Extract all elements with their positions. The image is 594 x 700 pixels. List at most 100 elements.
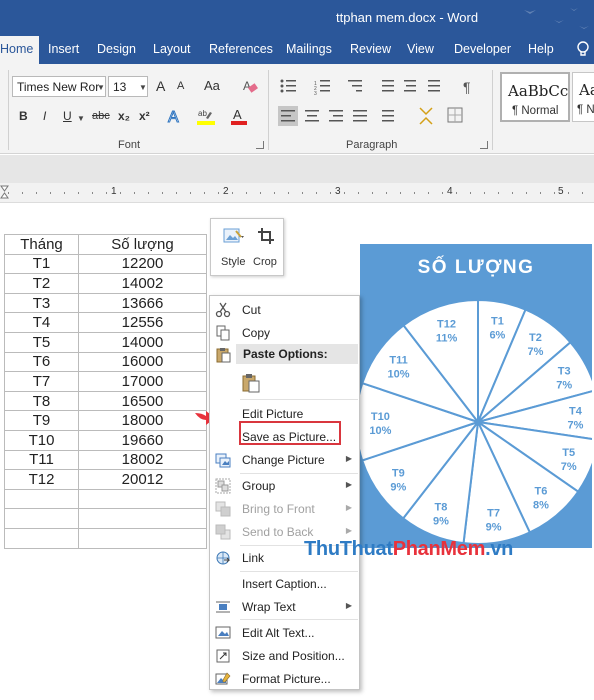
menu-item-size-and-position[interactable]: Size and Position... (210, 645, 360, 667)
pie-label-category: T2 (529, 332, 542, 344)
table-cell-month[interactable]: T7 (4, 371, 79, 392)
table-cell-month[interactable] (4, 488, 79, 510)
table-cell-month[interactable]: T1 (4, 253, 79, 275)
table-cell-quantity[interactable]: 17000 (78, 371, 207, 392)
table-cell-quantity[interactable]: 16000 (78, 351, 207, 373)
menu-item-change-picture[interactable]: Change Picture ▶ (210, 449, 360, 471)
tab-review[interactable]: Review (350, 42, 391, 56)
table-cell-month[interactable]: T6 (4, 351, 79, 373)
crop-button-label[interactable]: Crop (253, 256, 277, 268)
font-dialog-launcher[interactable] (256, 141, 264, 149)
highlight-color-icon[interactable]: ab (196, 107, 216, 125)
table-cell-month[interactable]: T3 (4, 292, 79, 314)
subscript-button[interactable]: x₂ (118, 109, 130, 123)
svg-text:ab: ab (198, 109, 207, 118)
tab-help[interactable]: Help (528, 42, 554, 56)
table-cell-quantity[interactable]: 18002 (78, 449, 207, 471)
font-size-chevron-icon[interactable]: ▼ (139, 83, 147, 92)
paragraph-dialog-launcher[interactable] (480, 141, 488, 149)
ruler-number: 5 (558, 186, 564, 197)
bold-button[interactable]: B (19, 109, 28, 123)
underline-button[interactable]: U (63, 109, 72, 123)
indent-marker-icon[interactable] (0, 185, 10, 203)
menu-item-cut[interactable]: Cut (210, 299, 360, 321)
font-name-chevron-icon[interactable]: ▼ (97, 83, 105, 92)
table-cell-month[interactable]: T8 (4, 390, 79, 412)
table-row: T1 12200 (4, 253, 207, 275)
menu-item-group[interactable]: Group ▶ (210, 475, 360, 497)
menu-item-format-picture[interactable]: Format Picture... (210, 668, 360, 690)
ruler-tick (344, 192, 345, 194)
table-cell-month[interactable]: T4 (4, 312, 79, 333)
table-cell-quantity[interactable] (78, 488, 207, 510)
text-effects-icon[interactable]: A (166, 107, 184, 126)
document-page[interactable]: Tháng Số lượng T1 12200 T2 14002 T3 13666 T4 12… (0, 204, 594, 700)
tab-references[interactable]: References (209, 42, 273, 56)
table-header-cell[interactable]: Tháng (4, 234, 79, 255)
table-cell-quantity[interactable] (78, 527, 207, 549)
menu-item-edit-alt-text[interactable]: Edit Alt Text... (210, 622, 360, 644)
picture-style-icon[interactable] (223, 227, 245, 247)
table-cell-quantity[interactable]: 19660 (78, 429, 207, 451)
tab-mailings[interactable]: Mailings (286, 42, 332, 56)
menu-item-label: Send to Back (242, 525, 314, 539)
table-row: T11 18002 (4, 449, 207, 471)
style-no-spacing[interactable]: AaI ¶ N (572, 72, 594, 122)
tab-view[interactable]: View (407, 42, 434, 56)
ruler-tick (8, 192, 9, 194)
table-cell-month[interactable]: T9 (4, 410, 79, 431)
menu-item-copy[interactable]: Copy (210, 322, 360, 344)
strikethrough-button[interactable]: abc (92, 110, 110, 122)
table-cell-quantity[interactable]: 20012 (78, 469, 207, 490)
table-cell-month[interactable] (4, 527, 79, 549)
font-color-icon[interactable]: A (230, 107, 248, 125)
horizontal-ruler[interactable]: 1 2 3 4 5 (0, 183, 594, 203)
table-cell-month[interactable] (4, 508, 79, 529)
table-cell-quantity[interactable]: 18000 (78, 410, 207, 431)
table-cell-quantity[interactable]: 12556 (78, 312, 207, 333)
menu-item-bring-to-front[interactable]: Bring to Front ▶ (210, 498, 360, 520)
font-group-label: Font (118, 139, 141, 151)
lightbulb-icon[interactable] (576, 40, 590, 60)
tab-home[interactable]: Home (0, 36, 40, 64)
shrink-font-button[interactable]: A (177, 80, 184, 92)
superscript-button[interactable]: x² (139, 109, 150, 123)
italic-button[interactable]: I (43, 109, 46, 123)
table-cell-month[interactable]: T2 (4, 273, 79, 294)
style-normal[interactable]: AaBbCc ¶ Normal (500, 72, 570, 122)
menu-separator (240, 473, 358, 474)
underline-chevron-icon[interactable]: ▼ (77, 114, 85, 123)
table-cell-quantity[interactable]: 12200 (78, 253, 207, 275)
table-cell-quantity[interactable]: 14000 (78, 331, 207, 353)
font-name-box[interactable]: Times New Ror (12, 76, 106, 97)
size-position-icon (216, 649, 230, 663)
menu-item-insert-caption[interactable]: Insert Caption... (210, 573, 360, 595)
table-header-cell[interactable]: Số lượng (78, 234, 207, 255)
crop-icon[interactable] (257, 227, 275, 245)
paste-picture-icon[interactable] (242, 373, 260, 393)
table-cell-month[interactable]: T5 (4, 331, 79, 353)
table-cell-month[interactable]: T10 (4, 429, 79, 451)
table-cell-quantity[interactable]: 13666 (78, 292, 207, 314)
ruler-tick (78, 192, 79, 194)
pie-chart-picture[interactable]: T1 6% T2 7% T3 7% T4 7% T5 7% T6 8% T7 9% T8 9% T9 9% T10 1… (355, 244, 594, 548)
tab-developer[interactable]: Developer (454, 42, 511, 56)
menu-separator (240, 619, 358, 620)
table-row (4, 527, 207, 549)
menu-item-wrap-text[interactable]: Wrap Text ▶ (210, 596, 360, 618)
change-case-button[interactable]: Aa (204, 78, 220, 93)
style-button-label[interactable]: Style (221, 256, 245, 268)
tab-insert[interactable]: Insert (48, 42, 79, 56)
clear-formatting-icon[interactable]: A (242, 78, 258, 94)
table-cell-month[interactable]: T12 (4, 469, 79, 490)
ruler-tick (372, 192, 373, 194)
data-table[interactable]: Tháng Số lượng T1 12200 T2 14002 T3 13666 T4 12… (4, 234, 207, 549)
table-cell-quantity[interactable]: 14002 (78, 273, 207, 294)
grow-font-button[interactable]: A (156, 78, 165, 94)
tab-layout[interactable]: Layout (153, 42, 191, 56)
tab-design[interactable]: Design (97, 42, 136, 56)
paragraph-controls[interactable]: 1 2 3 ¶ (278, 76, 488, 134)
table-cell-month[interactable]: T11 (4, 449, 79, 471)
table-cell-quantity[interactable]: 16500 (78, 390, 207, 412)
table-cell-quantity[interactable] (78, 508, 207, 529)
